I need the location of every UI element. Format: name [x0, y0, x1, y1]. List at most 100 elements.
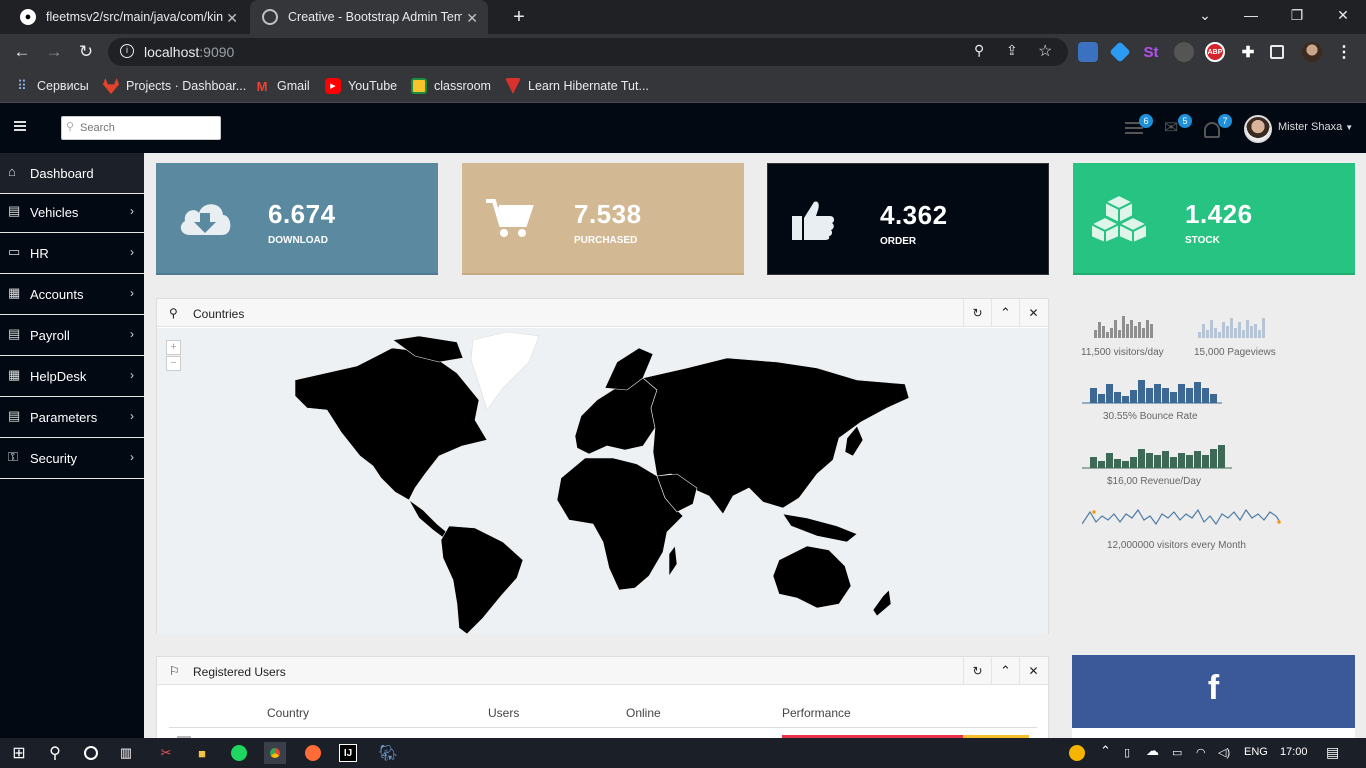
sidebar-item-hr[interactable]: ▭ HR ›	[0, 233, 144, 274]
minimize-button[interactable]: —	[1228, 0, 1274, 30]
zoom-icon[interactable]: ⚲	[974, 42, 984, 59]
sidebar-item-helpdesk[interactable]: ▦ HelpDesk ›	[0, 356, 144, 397]
notification-center-icon[interactable]: ▤	[1326, 744, 1339, 761]
bookmark-projects[interactable]: Projects · Dashboar...	[103, 76, 246, 96]
classroom-icon	[411, 78, 427, 94]
bookmark-star-icon[interactable]: ☆	[1038, 41, 1052, 61]
extension-diamond-icon[interactable]	[1109, 41, 1131, 63]
pageviews-sparkline	[1198, 318, 1265, 338]
bookmark-label: classroom	[434, 79, 491, 93]
snipping-tool-icon[interactable]: ✂	[155, 742, 177, 764]
extension-icon[interactable]	[1078, 42, 1098, 62]
close-panel-button[interactable]: ✕	[1019, 299, 1047, 327]
facebook-widget[interactable]: f	[1072, 655, 1355, 738]
sidebar-item-payroll[interactable]: ▤ Payroll ›	[0, 315, 144, 356]
spotify-icon[interactable]	[228, 742, 250, 764]
sidebar-item-dashboard[interactable]: ⌂ Dashboard	[0, 153, 144, 194]
column-header-country[interactable]: Country	[267, 706, 309, 720]
share-icon[interactable]: ⇪	[1006, 42, 1018, 59]
clock[interactable]: 17:00	[1280, 746, 1308, 758]
postman-icon[interactable]	[302, 742, 324, 764]
table-header-divider	[169, 727, 1037, 728]
close-icon[interactable]: ✕	[462, 10, 478, 27]
column-header-performance[interactable]: Performance	[782, 706, 851, 720]
forward-button[interactable]: →	[42, 40, 66, 64]
profile-avatar[interactable]	[1302, 42, 1322, 62]
stat-label: DOWNLOAD	[268, 235, 328, 246]
search-icon[interactable]: ⚲	[44, 742, 66, 764]
info-icon[interactable]: i	[120, 44, 134, 58]
gitlab-icon	[103, 78, 119, 94]
intellij-icon[interactable]: IJ	[339, 744, 357, 762]
chevron-right-icon: ›	[130, 327, 134, 341]
new-tab-button[interactable]: +	[496, 2, 542, 32]
collapse-button[interactable]: ⌃	[991, 299, 1019, 327]
speaker-icon[interactable]: ◁)	[1218, 746, 1230, 759]
close-icon[interactable]: ✕	[226, 10, 238, 27]
sidebar-item-parameters[interactable]: ▤ Parameters ›	[0, 397, 144, 438]
collapse-button[interactable]: ⌃	[991, 657, 1019, 685]
app-header: ⚲ 6 ✉ 5 7 Mister Shaxa ▼	[0, 103, 1366, 153]
bookmark-youtube[interactable]: ▶ YouTube	[325, 76, 397, 96]
column-header-users[interactable]: Users	[488, 706, 519, 720]
gmail-icon: M	[256, 78, 268, 94]
world-map[interactable]: + −	[157, 328, 1048, 634]
user-avatar[interactable]	[1244, 115, 1272, 143]
back-button[interactable]: ←	[10, 40, 34, 64]
language-indicator[interactable]: ENG	[1244, 746, 1268, 758]
sidebar-item-vehicles[interactable]: ▤ Vehicles ›	[0, 192, 144, 233]
cloud-icon[interactable]: ☁	[1146, 743, 1159, 759]
reload-button[interactable]: ↻	[74, 40, 98, 64]
adblock-icon[interactable]: ABP	[1205, 42, 1225, 62]
browser-tab-bar: ● fleetmsv2/src/main/java/com/kin ✕ Crea…	[0, 0, 1366, 34]
cortana-icon[interactable]	[80, 742, 102, 764]
close-panel-button[interactable]: ✕	[1019, 657, 1047, 685]
address-bar[interactable]: i localhost:9090 ⚲ ⇪ ☆	[108, 38, 1068, 66]
tray-chevron-icon[interactable]: ⌃	[1100, 743, 1111, 759]
battery-icon[interactable]: ▭	[1172, 746, 1182, 759]
bookmark-classroom[interactable]: classroom	[411, 76, 491, 96]
sidebar-item-label: Security	[30, 450, 77, 466]
hamburger-menu-icon[interactable]	[14, 121, 26, 131]
panel-header: ⚲ Countries ↻ ⌃ ✕	[157, 299, 1048, 327]
extension-owl-icon[interactable]	[1174, 42, 1194, 62]
bounce-rate-stat-label: 30.55% Bounce Rate	[1103, 411, 1198, 422]
browser-tab-active[interactable]: Creative - Bootstrap Admin Temp ✕	[250, 0, 488, 34]
column-header-online[interactable]: Online	[626, 706, 661, 720]
cloud-download-icon	[180, 204, 231, 235]
close-window-button[interactable]: ✕	[1320, 0, 1366, 30]
bookmark-hibernate[interactable]: Learn Hibernate Tut...	[505, 76, 649, 96]
bookmark-services[interactable]: ⠿ Сервисы	[14, 76, 89, 96]
monthly-visitors-stat-label: 12,000000 visitors every Month	[1107, 540, 1246, 551]
search-input[interactable]	[61, 116, 221, 140]
tab-search-chevron-icon[interactable]: ⌄	[1182, 0, 1228, 30]
bookmark-gmail[interactable]: M Gmail	[254, 76, 310, 96]
user-menu[interactable]: Mister Shaxa ▼	[1278, 121, 1353, 133]
device-icon[interactable]: ▯	[1124, 746, 1130, 759]
stat-label: PURCHASED	[574, 235, 638, 246]
visitors-sparkline	[1094, 316, 1153, 338]
refresh-button[interactable]: ↻	[963, 657, 991, 685]
side-panel-icon[interactable]	[1270, 45, 1284, 59]
registered-users-panel: ⚐ Registered Users ↻ ⌃ ✕ Country Users O…	[156, 656, 1049, 739]
tab-title: Creative - Bootstrap Admin Temp	[288, 10, 472, 24]
restore-button[interactable]: ❐	[1274, 0, 1320, 30]
stat-card-order: 4.362 ORDER	[767, 163, 1049, 275]
extension-st-icon[interactable]: St	[1141, 42, 1161, 62]
extensions-puzzle-icon[interactable]: ✚	[1238, 42, 1258, 62]
task-view-icon[interactable]: ▥	[115, 742, 137, 764]
browser-tab-github[interactable]: ● fleetmsv2/src/main/java/com/kin ✕	[8, 0, 248, 34]
weather-icon[interactable]	[1066, 742, 1088, 764]
sidebar-item-security[interactable]: ⚿ Security ›	[0, 438, 144, 479]
windows-start-icon[interactable]: ⊞	[8, 742, 30, 764]
chrome-taskbar-icon[interactable]	[264, 742, 286, 764]
wifi-icon[interactable]: ◠	[1196, 746, 1206, 759]
url-host: localhost	[144, 44, 200, 60]
menu-dots-icon[interactable]: ⋮	[1334, 42, 1354, 62]
bounce-rate-bar-chart	[1082, 380, 1222, 404]
url-port: :9090	[199, 44, 235, 60]
postgresql-icon[interactable]: 🐘︎	[377, 742, 399, 764]
refresh-button[interactable]: ↻	[963, 299, 991, 327]
sidebar-item-accounts[interactable]: ▦ Accounts ›	[0, 274, 144, 315]
file-explorer-icon[interactable]: ■	[191, 742, 213, 764]
